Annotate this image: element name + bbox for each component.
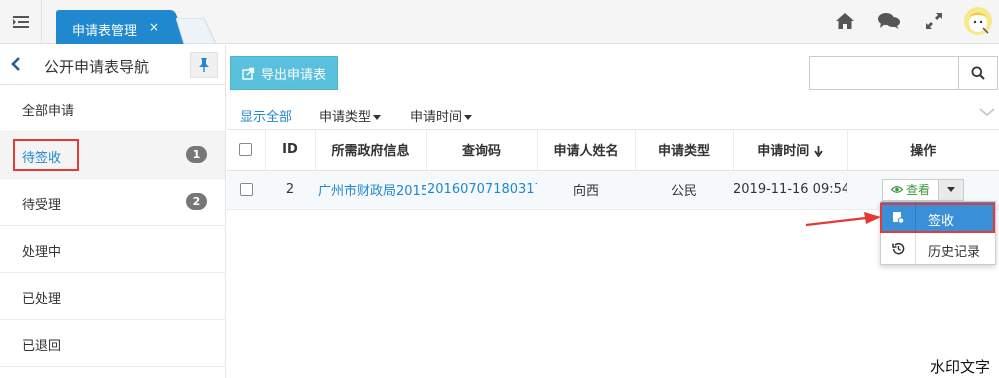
export-label: 导出申请表 bbox=[260, 67, 326, 83]
tab-label: 申请表管理 bbox=[72, 24, 138, 39]
menu-toggle-button[interactable] bbox=[0, 0, 42, 44]
new-tab-placeholder bbox=[176, 18, 216, 44]
tab-close-icon[interactable]: × bbox=[149, 20, 159, 34]
chevron-down-icon[interactable] bbox=[979, 107, 995, 117]
sidebar-item-returned[interactable]: 已退回 bbox=[0, 320, 225, 367]
sort-down-icon bbox=[814, 146, 823, 158]
sidebar-item-pending-sign[interactable]: 待签收 1 bbox=[0, 132, 225, 179]
view-button[interactable]: 查看 bbox=[881, 178, 939, 201]
column-header[interactable]: 查询码 bbox=[426, 130, 538, 171]
cell-type: 公民 bbox=[635, 170, 733, 210]
fullscreen-button[interactable] bbox=[921, 8, 947, 34]
comments-icon bbox=[878, 13, 900, 29]
home-button[interactable] bbox=[832, 8, 858, 34]
filter-time-label: 申请时间 bbox=[410, 110, 463, 125]
column-header[interactable]: 申请类型 bbox=[635, 130, 734, 171]
sidebar-item-all[interactable]: 全部申请 bbox=[0, 85, 225, 132]
sidebar-header: 公开申请表导航 bbox=[0, 45, 225, 85]
column-header[interactable]: 申请人姓名 bbox=[537, 130, 636, 171]
count-badge: 2 bbox=[186, 193, 207, 210]
messages-button[interactable] bbox=[876, 8, 902, 34]
view-label: 查看 bbox=[905, 183, 930, 197]
export-button[interactable]: 导出申请表 bbox=[230, 56, 338, 90]
menu-item-history[interactable]: 历史记录 bbox=[881, 233, 995, 264]
menu-item-label: 历史记录 bbox=[928, 245, 981, 260]
actions-dropdown-toggle[interactable] bbox=[938, 178, 964, 201]
highlight-box bbox=[880, 203, 995, 233]
sidebar-item-label: 全部申请 bbox=[22, 104, 75, 119]
search-input[interactable] bbox=[809, 56, 959, 90]
count-badge: 1 bbox=[186, 146, 207, 163]
filter-time-dropdown[interactable]: 申请时间 bbox=[410, 106, 473, 125]
sidebar-item-label: 待受理 bbox=[22, 198, 62, 213]
column-header: 操作 bbox=[847, 130, 999, 171]
row-select-cell bbox=[227, 170, 265, 210]
data-table: ID 所需政府信息 查询码 申请人姓名 申请类型 申请时间 操作 2 广州市财政… bbox=[227, 130, 999, 210]
chevron-left-icon[interactable] bbox=[10, 56, 24, 72]
pin-button[interactable] bbox=[190, 52, 218, 78]
caret-down-icon bbox=[464, 115, 473, 120]
tab-application-management[interactable]: 申请表管理 × bbox=[56, 10, 188, 44]
home-icon bbox=[836, 13, 854, 29]
column-header[interactable]: 所需政府信息 bbox=[315, 130, 427, 171]
caret-down-icon bbox=[373, 115, 382, 120]
caret-down-icon bbox=[947, 187, 955, 192]
export-icon bbox=[242, 67, 255, 80]
top-bar: 申请表管理 × bbox=[0, 0, 999, 44]
pin-icon bbox=[199, 58, 209, 72]
annotation-arrow bbox=[806, 212, 881, 227]
column-header[interactable]: ID bbox=[265, 130, 316, 171]
sidebar-item-label: 已处理 bbox=[22, 292, 62, 307]
user-avatar[interactable] bbox=[963, 6, 993, 36]
fullscreen-icon bbox=[926, 13, 942, 29]
filter-type-dropdown[interactable]: 申请类型 bbox=[319, 106, 382, 125]
search-icon bbox=[971, 66, 985, 80]
row-checkbox[interactable] bbox=[239, 183, 253, 196]
cell-time: 2019-11-16 09:54: bbox=[733, 170, 847, 210]
column-header-sorted[interactable]: 申请时间 bbox=[733, 130, 848, 171]
toolbar: 导出申请表 bbox=[227, 45, 999, 97]
menu-icon bbox=[12, 16, 29, 28]
column-header-label: 申请时间 bbox=[757, 144, 810, 160]
sidebar-item-pending-accept[interactable]: 待受理 2 bbox=[0, 179, 225, 226]
highlight-box bbox=[13, 139, 79, 171]
sidebar: 公开申请表导航 全部申请 待签收 1 待受理 2 处理中 已处理 已退回 bbox=[0, 45, 226, 378]
cell-name: 向西 bbox=[537, 170, 635, 210]
filter-type-label: 申请类型 bbox=[319, 110, 372, 125]
search-button[interactable] bbox=[958, 56, 998, 90]
select-all-checkbox[interactable] bbox=[239, 143, 253, 157]
history-icon bbox=[881, 233, 916, 264]
sidebar-item-processing[interactable]: 处理中 bbox=[0, 226, 225, 273]
filter-bar: 显示全部 申请类型 申请时间 bbox=[227, 97, 999, 130]
sidebar-item-label: 已退回 bbox=[22, 339, 62, 354]
select-all-header bbox=[227, 130, 266, 171]
cell-code-link[interactable]: 20160707180317 bbox=[426, 170, 537, 210]
cell-info-link[interactable]: 广州市财政局2015 bbox=[315, 170, 426, 210]
watermark-text: 水印文字 bbox=[930, 358, 991, 376]
filter-show-all[interactable]: 显示全部 bbox=[240, 106, 292, 125]
eye-icon bbox=[890, 186, 903, 193]
table-header-row: ID 所需政府信息 查询码 申请人姓名 申请类型 申请时间 操作 bbox=[227, 130, 999, 171]
sidebar-title: 公开申请表导航 bbox=[44, 58, 150, 76]
sidebar-item-label: 处理中 bbox=[22, 245, 62, 260]
cell-id: 2 bbox=[265, 170, 315, 210]
sidebar-item-processed[interactable]: 已处理 bbox=[0, 273, 225, 320]
avatar bbox=[964, 7, 992, 35]
